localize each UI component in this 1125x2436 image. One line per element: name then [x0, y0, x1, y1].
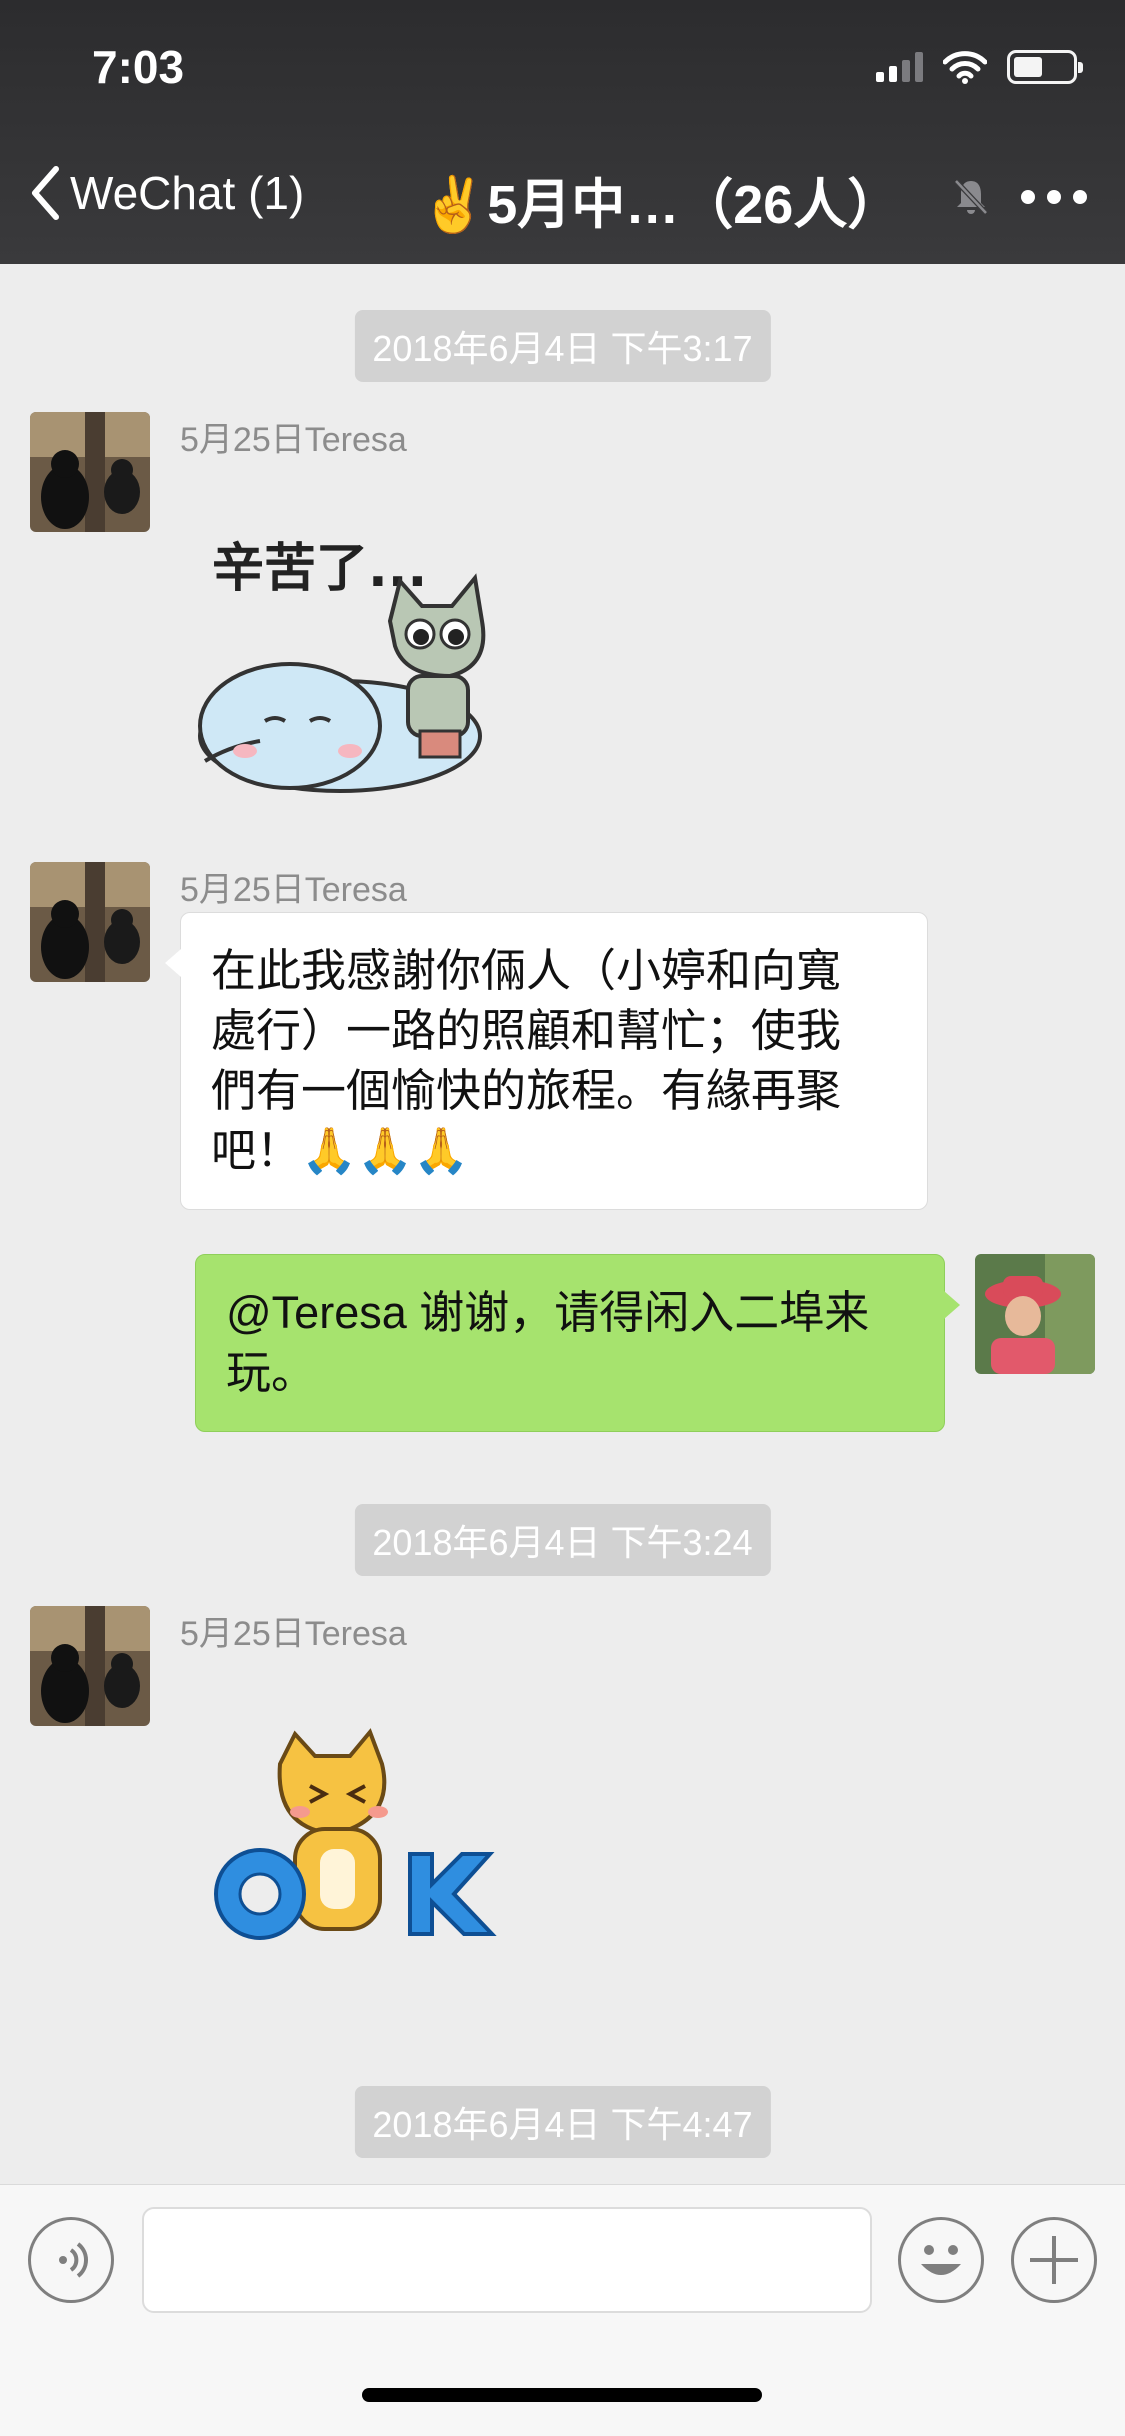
- plus-icon: [1030, 2236, 1078, 2284]
- signal-icon: [876, 52, 923, 82]
- timestamp: 2018年6月4日 下午3:24: [354, 1504, 771, 1576]
- plus-button[interactable]: [1011, 2217, 1097, 2303]
- status-icons: [876, 50, 1083, 84]
- timestamp: 2018年6月4日 下午4:47: [354, 2086, 771, 2158]
- avatar[interactable]: [30, 412, 150, 532]
- home-area: [0, 2334, 1125, 2436]
- chevron-left-icon: [32, 166, 59, 220]
- message-line: @Teresa 谢谢，请得闲入二埠来: [226, 1287, 870, 1338]
- emoji-button[interactable]: [898, 2217, 984, 2303]
- message-line: 們有一個愉快的旅程。有緣再聚: [211, 1065, 842, 1116]
- sticker-text: OK: [200, 1724, 202, 1725]
- top-header: 7:03 WeChat (1) ✌️5月中…（26人）: [0, 0, 1125, 264]
- timestamp: 2018年6月4日 下午3:17: [354, 310, 771, 382]
- sticker-ok[interactable]: OK: [200, 1724, 520, 1969]
- message-line: 在此我感謝你倆人（小婷和向寬: [211, 945, 842, 996]
- back-button[interactable]: WeChat (1): [30, 165, 304, 221]
- more-dots-icon[interactable]: [1021, 190, 1087, 204]
- chat-area[interactable]: 2018年6月4日 下午3:17 5月25日Teresa 辛苦了... 5月25…: [0, 264, 1125, 2184]
- message-line: 玩。: [226, 1347, 317, 1398]
- message-line: 處行）一路的照顧和幫忙；使我: [211, 1005, 842, 1056]
- my-avatar[interactable]: [975, 1254, 1095, 1374]
- message-bubble-outgoing[interactable]: @Teresa 谢谢，请得闲入二埠来 玩。: [195, 1254, 960, 1432]
- status-time: 7:03: [92, 41, 185, 93]
- back-label: WeChat (1): [70, 167, 305, 219]
- voice-icon: [59, 2242, 88, 2278]
- voice-button[interactable]: [28, 2217, 114, 2303]
- home-indicator[interactable]: [362, 2388, 762, 2402]
- sticker-tired[interactable]: 辛苦了...: [190, 526, 520, 801]
- input-bar: [0, 2184, 1125, 2334]
- message-input[interactable]: [142, 2207, 872, 2313]
- sender-name: 5月25日Teresa: [180, 421, 407, 459]
- emoji-icon: [921, 2245, 961, 2275]
- sender-name: 5月25日Teresa: [180, 871, 407, 909]
- sticker-text: 辛苦了...: [212, 539, 427, 599]
- battery-icon: [1007, 50, 1083, 84]
- avatar[interactable]: [30, 862, 150, 982]
- wifi-icon: [943, 51, 987, 84]
- message-bubble-incoming[interactable]: 在此我感謝你倆人（小婷和向寬 處行）一路的照顧和幫忙；使我 們有一個愉快的旅程。…: [165, 912, 928, 1210]
- bell-muted-icon: [954, 179, 988, 215]
- message-line: 吧！🙏🙏🙏: [211, 1125, 470, 1176]
- avatar[interactable]: [30, 1606, 150, 1726]
- sender-name: 5月25日Teresa: [180, 1615, 407, 1653]
- chat-title: ✌️5月中…（26人）: [420, 175, 902, 235]
